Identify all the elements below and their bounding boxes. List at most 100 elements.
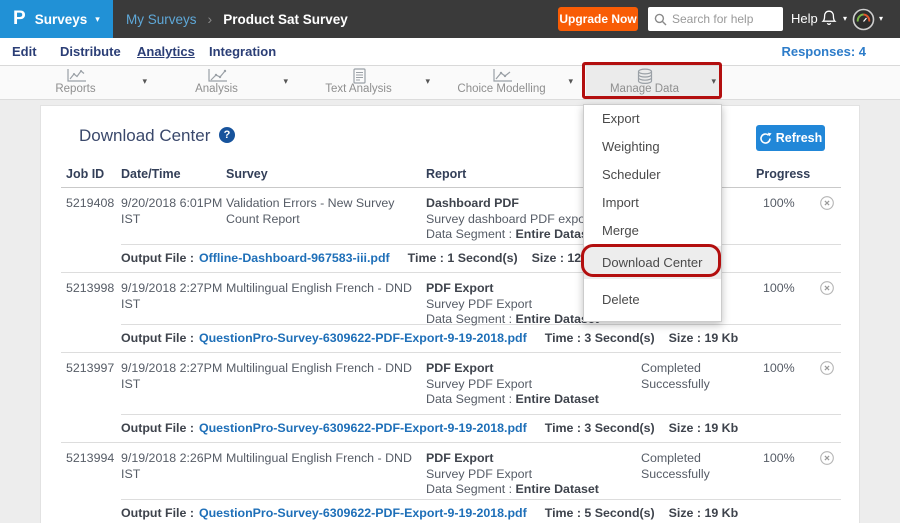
job-progress: 100% <box>763 281 795 297</box>
output-file-row: Output File : QuestionPro-Survey-6309622-… <box>121 499 841 523</box>
output-file-link[interactable]: Offline-Dashboard-967583-iii.pdf <box>199 251 390 265</box>
menu-item-weighting[interactable]: Weighting <box>584 133 721 161</box>
output-file-row: Output File : QuestionPro-Survey-6309622-… <box>121 324 841 352</box>
refresh-button[interactable]: Refresh <box>756 125 825 151</box>
output-time: Time : 1 Second(s) <box>408 251 518 265</box>
help-question-icon[interactable]: ? <box>219 127 235 143</box>
job-datetime: 9/20/2018 6:01PM IST <box>121 196 222 227</box>
menu-item-delete[interactable]: Delete <box>584 279 721 321</box>
job-survey-name: Validation Errors - New Survey Count Rep… <box>226 196 421 227</box>
toolbar-text-analysis-label: Text Analysis <box>300 83 417 95</box>
chevron-down-icon[interactable]: ▾ <box>568 76 573 87</box>
output-size: Size : 19 Kb <box>669 421 739 435</box>
output-time: Time : 3 Second(s) <box>545 421 655 435</box>
chevron-down-icon[interactable]: ▾ <box>283 76 288 87</box>
breadcrumb-my-surveys[interactable]: My Surveys <box>126 12 197 27</box>
cancel-job-icon[interactable] <box>819 450 835 471</box>
table-row: 5219408 9/20/2018 6:01PM IST Validation … <box>61 188 841 244</box>
toolbar-analysis[interactable]: Analysis ▾ <box>158 66 291 99</box>
menu-item-export[interactable]: Export <box>584 105 721 133</box>
chevron-down-icon[interactable]: ▾ <box>711 76 716 87</box>
top-bar: P Surveys ▾ My Surveys › Product Sat Sur… <box>0 0 900 38</box>
output-file-row: Output File : Offline-Dashboard-967583-ii… <box>121 244 841 272</box>
questionpro-logo: P <box>13 8 26 30</box>
breadcrumb-current-survey: Product Sat Survey <box>223 12 348 27</box>
tab-edit[interactable]: Edit <box>12 44 37 59</box>
tab-distribute[interactable]: Distribute <box>60 44 121 59</box>
tab-analytics[interactable]: Analytics <box>137 44 195 59</box>
page-title: Download Center <box>79 126 210 146</box>
job-id: 5213994 <box>66 451 114 467</box>
job-status: Completed Successfully <box>641 361 736 392</box>
search-icon <box>654 13 667 26</box>
chevron-down-icon[interactable]: ▾ <box>879 14 883 23</box>
chevron-down-icon[interactable]: ▾ <box>843 14 847 23</box>
surveys-menu[interactable]: P Surveys ▾ <box>0 0 113 38</box>
table-row: 5213994 9/19/2018 2:26PM IST Multilingua… <box>61 442 841 499</box>
avatar[interactable] <box>852 8 875 36</box>
output-size: Size : 19 Kb <box>669 331 739 345</box>
search-input[interactable] <box>672 12 777 26</box>
upgrade-now-button[interactable]: Upgrade Now <box>558 7 638 31</box>
help-link[interactable]: Help <box>791 11 818 26</box>
job-id: 5219408 <box>66 196 114 212</box>
output-file-row: Output File : QuestionPro-Survey-6309622-… <box>121 414 841 442</box>
toolbar-analysis-label: Analysis <box>158 83 275 95</box>
cancel-job-icon[interactable] <box>819 360 835 381</box>
help-search-box <box>648 7 783 31</box>
trend-chart-icon <box>443 68 560 84</box>
notifications-bell-icon[interactable] <box>820 9 838 33</box>
survey-nav-bar: Edit Distribute Analytics Integration Re… <box>0 38 900 66</box>
toolbar-manage-data[interactable]: Manage Data ▾ <box>586 66 719 99</box>
toolbar-manage-data-label: Manage Data <box>586 83 703 95</box>
questionpro-app: P Surveys ▾ My Surveys › Product Sat Sur… <box>0 0 900 523</box>
cancel-job-icon[interactable] <box>819 280 835 301</box>
menu-item-merge[interactable]: Merge <box>584 217 721 245</box>
output-size: Size : 19 Kb <box>669 506 739 520</box>
tab-integration[interactable]: Integration <box>209 44 276 59</box>
surveys-menu-label: Surveys <box>35 12 88 27</box>
output-file-label: Output File : <box>121 331 194 345</box>
line-chart-icon <box>17 68 134 84</box>
col-header-survey: Survey <box>226 167 268 181</box>
output-file-label: Output File : <box>121 421 194 435</box>
output-file-label: Output File : <box>121 251 194 265</box>
col-header-date-time: Date/Time <box>121 167 181 181</box>
job-progress: 100% <box>763 361 795 377</box>
analytics-toolbar: Reports ▾ Analysis ▾ <box>0 66 900 100</box>
cancel-job-icon[interactable] <box>819 195 835 216</box>
job-id: 5213997 <box>66 361 114 377</box>
output-file-link[interactable]: QuestionPro-Survey-6309622-PDF-Export-9-… <box>199 421 527 435</box>
job-report: PDF Export Survey PDF Export Data Segmen… <box>426 451 641 498</box>
job-id: 5213998 <box>66 281 114 297</box>
breadcrumb: My Surveys › Product Sat Survey <box>126 0 348 38</box>
output-time: Time : 5 Second(s) <box>545 506 655 520</box>
menu-item-import[interactable]: Import <box>584 189 721 217</box>
jobs-table: 5219408 9/20/2018 6:01PM IST Validation … <box>61 188 841 523</box>
manage-data-dropdown: Export Weighting Scheduler Import Merge … <box>583 104 722 322</box>
job-survey-name: Multilingual English French - DND <box>226 281 421 297</box>
job-survey-name: Multilingual English French - DND <box>226 451 421 467</box>
output-file-label: Output File : <box>121 506 194 520</box>
output-file-link[interactable]: QuestionPro-Survey-6309622-PDF-Export-9-… <box>199 506 527 520</box>
table-header: Job ID Date/Time Survey Report Progress <box>61 161 841 188</box>
output-time: Time : 3 Second(s) <box>545 331 655 345</box>
toolbar-reports[interactable]: Reports ▾ <box>17 66 150 99</box>
download-center-panel: Download Center ? Refresh Job ID Date/Ti… <box>40 105 860 523</box>
refresh-icon <box>759 132 772 145</box>
output-file-link[interactable]: QuestionPro-Survey-6309622-PDF-Export-9-… <box>199 331 527 345</box>
chevron-down-icon[interactable]: ▾ <box>142 76 147 87</box>
toolbar-reports-label: Reports <box>17 83 134 95</box>
job-datetime: 9/19/2018 2:27PM IST <box>121 361 222 392</box>
job-report: PDF Export Survey PDF Export Data Segmen… <box>426 361 641 408</box>
toolbar-text-analysis[interactable]: Text Analysis ▾ <box>300 66 433 99</box>
chevron-down-icon[interactable]: ▾ <box>425 76 430 87</box>
job-datetime: 9/19/2018 2:26PM IST <box>121 451 222 482</box>
responses-count[interactable]: Responses: 4 <box>781 44 866 59</box>
toolbar-choice-modelling-label: Choice Modelling <box>443 83 560 95</box>
toolbar-choice-modelling[interactable]: Choice Modelling ▾ <box>443 66 576 99</box>
menu-item-scheduler[interactable]: Scheduler <box>584 161 721 189</box>
menu-item-download-center[interactable]: Download Center <box>584 246 721 279</box>
chevron-down-icon: ▾ <box>95 14 100 25</box>
col-header-report: Report <box>426 167 466 181</box>
